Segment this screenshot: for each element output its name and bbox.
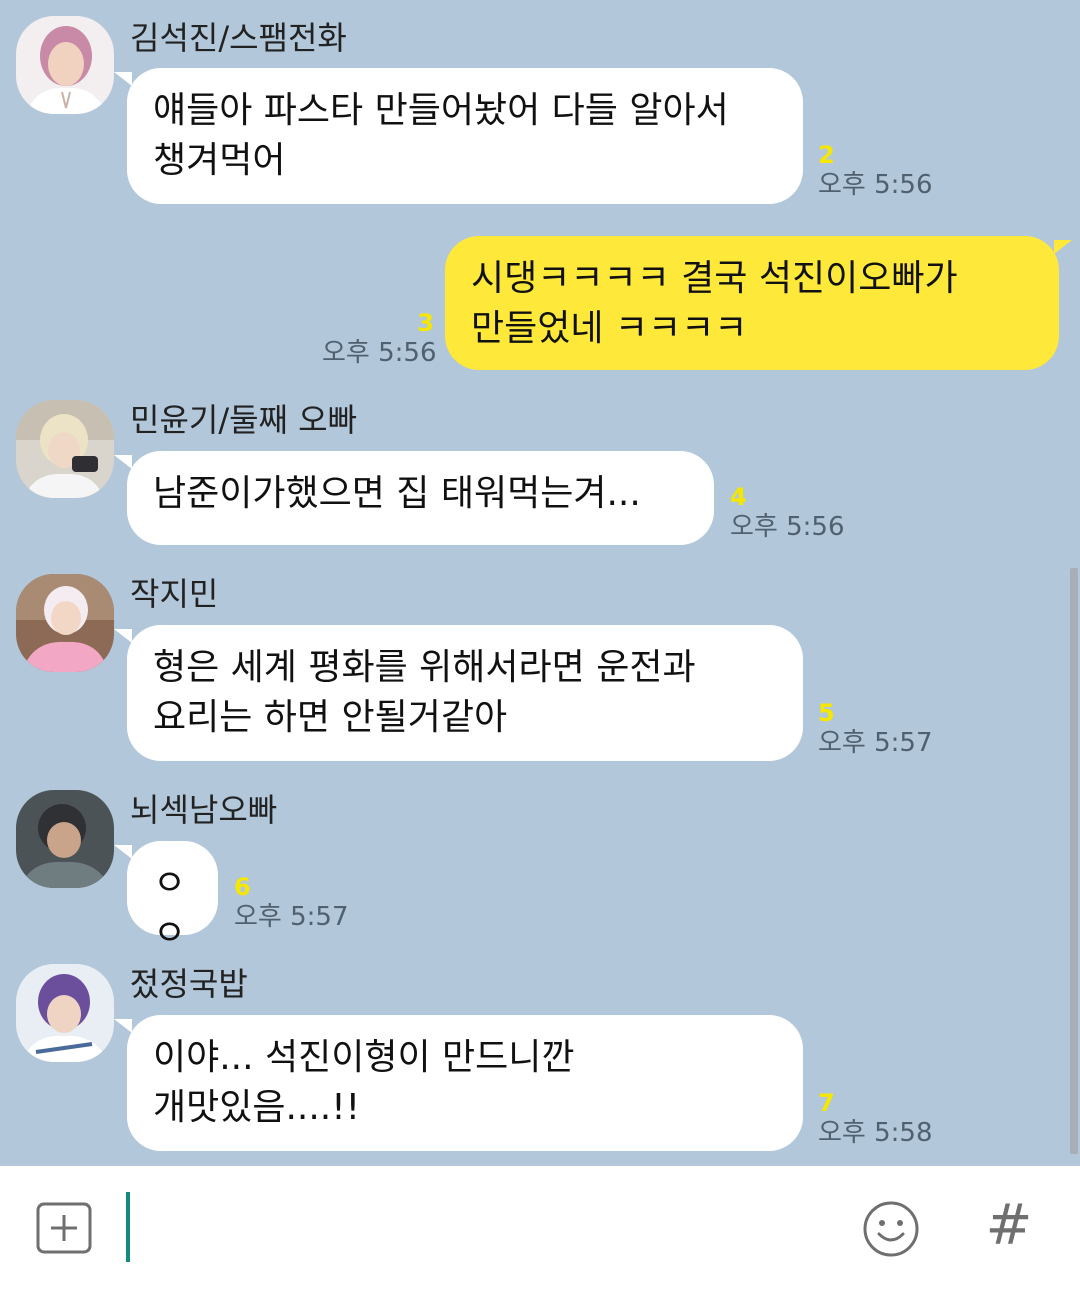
message-input[interactable]	[124, 1190, 824, 1264]
emoji-button[interactable]	[862, 1200, 920, 1258]
smiley-icon	[863, 1201, 919, 1257]
plus-icon	[36, 1202, 92, 1254]
timestamp: 오후 5:56	[322, 338, 437, 368]
unread-count: 5	[818, 699, 835, 727]
message-meta: 5 오후 5:57	[818, 700, 933, 760]
message-bubble[interactable]: ㅇㅇ	[114, 841, 218, 954]
timestamp: 오후 5:57	[234, 902, 349, 932]
avatar-jungkook[interactable]	[16, 964, 114, 1062]
unread-count: 4	[730, 483, 747, 511]
message-bubble[interactable]: 형은 세계 평화를 위해서라면 운전과 요리는 하면 안될거같아	[114, 625, 803, 761]
sender-name: 김석진/스팸전화	[130, 19, 347, 57]
sender-name: 작지민	[130, 575, 219, 613]
my-message-bubble[interactable]: 시댕ㅋㅋㅋㅋ 결국 석진이오빠가 만들었네 ㅋㅋㅋㅋ	[445, 236, 1072, 370]
message-bubble[interactable]: 이야... 석진이형이 만드니깐 개맛있음....!!	[114, 1015, 803, 1151]
hash-icon: #	[985, 1193, 1033, 1258]
message-meta: 4 오후 5:56	[730, 484, 845, 544]
attach-plus-button[interactable]	[36, 1202, 92, 1254]
message-meta: 6 오후 5:57	[234, 874, 349, 934]
scrollbar[interactable]	[1070, 568, 1078, 1154]
message-bubble[interactable]: 얘들아 파스타 만들어놨어 다들 알아서 챙겨먹어	[114, 68, 803, 204]
avatar-jimin[interactable]	[16, 574, 114, 672]
unread-count: 3	[417, 309, 434, 337]
unread-count: 2	[818, 141, 835, 169]
unread-count: 6	[234, 873, 251, 901]
message-meta: 2 오후 5:56	[818, 142, 933, 202]
timestamp: 오후 5:57	[818, 728, 933, 758]
text-caret	[126, 1192, 130, 1262]
sender-name: 민윤기/둘째 오빠	[130, 401, 358, 439]
message-bubble[interactable]: 남준이가했으면 집 태워먹는겨...	[114, 451, 714, 545]
sender-name: 뇌섹남오빠	[130, 791, 278, 829]
avatar-suga[interactable]	[16, 400, 114, 498]
chat-area[interactable]: 김석진/스팸전화 얘들아 파스타 만들어놨어 다들 알아서 챙겨먹어 2 오후 …	[0, 0, 1080, 1166]
message-meta: 3 오후 5:56	[322, 309, 437, 370]
sender-name: 젔정국밥	[130, 965, 248, 1003]
unread-count: 7	[818, 1089, 835, 1117]
avatar-rm[interactable]	[16, 790, 114, 888]
avatar-jin[interactable]	[16, 16, 114, 114]
message-meta: 7 오후 5:58	[818, 1090, 933, 1150]
timestamp: 오후 5:56	[730, 512, 845, 542]
hash-button[interactable]: #	[984, 1196, 1034, 1256]
timestamp: 오후 5:56	[818, 170, 933, 200]
timestamp: 오후 5:58	[818, 1118, 933, 1148]
